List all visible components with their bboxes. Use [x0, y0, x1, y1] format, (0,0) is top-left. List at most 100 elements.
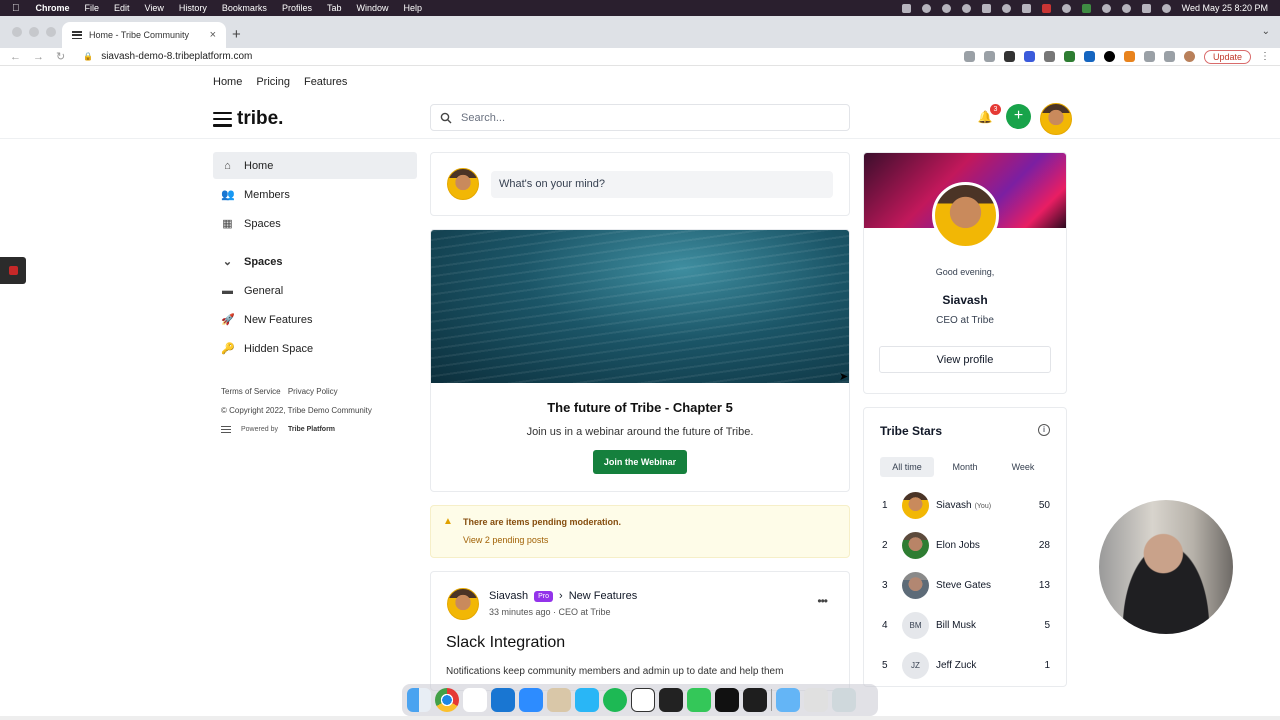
trash-icon[interactable]: [832, 688, 856, 712]
topnav-home-link[interactable]: Home: [213, 76, 242, 88]
sync-icon[interactable]: [941, 3, 951, 13]
leaderboard-row[interactable]: 4 BM Bill Musk 5: [880, 605, 1050, 645]
menu-edit[interactable]: Edit: [114, 3, 130, 13]
window-minimize-button[interactable]: [29, 27, 39, 37]
chrome-update-button[interactable]: Update: [1203, 49, 1251, 64]
tab-all-time[interactable]: All time: [880, 457, 934, 477]
recording-widget[interactable]: [0, 257, 26, 284]
composer-input[interactable]: What's on your mind?: [491, 170, 833, 198]
user-avatar-menu[interactable]: [1040, 103, 1072, 135]
sidebar-space-general[interactable]: ▬ General: [213, 277, 417, 304]
menu-clock[interactable]: Wed May 25 8:20 PM: [1182, 3, 1268, 13]
window-close-button[interactable]: [12, 27, 22, 37]
info-icon[interactable]: i: [1038, 424, 1050, 436]
post-options-icon[interactable]: •••: [817, 594, 828, 608]
messages-icon[interactable]: [687, 688, 711, 712]
menu-tab[interactable]: Tab: [327, 3, 342, 13]
view-pending-posts-link[interactable]: View 2 pending posts: [463, 535, 849, 545]
lock-icon[interactable]: 🔒: [83, 52, 93, 61]
finder-icon[interactable]: [407, 688, 431, 712]
post-author-avatar[interactable]: [447, 588, 479, 620]
profile-avatar-icon[interactable]: [1183, 51, 1195, 62]
extension-m-icon[interactable]: [1003, 51, 1015, 62]
post-author-name[interactable]: Siavash: [489, 590, 528, 602]
menu-history[interactable]: History: [179, 3, 207, 13]
leaderboard-row[interactable]: 5 JZ Jeff Zuck 1: [880, 645, 1050, 685]
create-post-button[interactable]: +: [1006, 104, 1031, 129]
post-title[interactable]: Slack Integration: [446, 634, 565, 652]
moon-icon[interactable]: [1061, 3, 1071, 13]
notion-icon[interactable]: [631, 688, 655, 712]
volume-icon[interactable]: [981, 3, 991, 13]
menu-bookmarks[interactable]: Bookmarks: [222, 3, 267, 13]
tab-close-icon[interactable]: ×: [210, 29, 216, 41]
settings-icon[interactable]: [921, 3, 931, 13]
extension-blue-icon[interactable]: [1023, 51, 1035, 62]
tab-month[interactable]: Month: [938, 457, 992, 477]
activity-monitor-icon[interactable]: [659, 688, 683, 712]
sidebar-space-new-features[interactable]: 🚀 New Features: [213, 306, 417, 333]
apple-icon[interactable]: : [12, 3, 20, 14]
metamask-icon[interactable]: [1123, 51, 1135, 62]
menu-view[interactable]: View: [145, 3, 164, 13]
privacy-link[interactable]: Privacy Policy: [288, 387, 338, 396]
powered-by[interactable]: Powered by Tribe Platform: [221, 420, 417, 439]
reload-icon[interactable]: ↻: [56, 50, 65, 63]
extensions-puzzle-icon[interactable]: [1143, 51, 1155, 62]
menu-help[interactable]: Help: [403, 3, 422, 13]
system-info-icon[interactable]: [804, 688, 828, 712]
battery-icon[interactable]: [1081, 3, 1091, 13]
sidebar-item-home[interactable]: ⌂ Home: [213, 152, 417, 179]
search-box[interactable]: [430, 104, 850, 131]
back-arrow-icon[interactable]: ←: [10, 51, 21, 63]
figma-icon[interactable]: [743, 688, 767, 712]
preview-icon[interactable]: [547, 688, 571, 712]
tab-week[interactable]: Week: [996, 457, 1050, 477]
tab-search-chevron-icon[interactable]: ⌄: [1262, 26, 1270, 37]
siri-icon[interactable]: [1161, 3, 1171, 13]
extension-green-icon[interactable]: [1063, 51, 1075, 62]
view-profile-button[interactable]: View profile: [879, 346, 1051, 373]
control-center-icon[interactable]: [1141, 3, 1151, 13]
spotlight-icon[interactable]: [1121, 3, 1131, 13]
slack-icon[interactable]: [463, 688, 487, 712]
accessibility-icon[interactable]: [961, 3, 971, 13]
topnav-features-link[interactable]: Features: [304, 76, 347, 88]
leaderboard-row[interactable]: 1 Siavash (You) 50: [880, 485, 1050, 525]
menu-app-name[interactable]: Chrome: [36, 3, 70, 13]
tribe-logo[interactable]: tribe.: [213, 108, 283, 130]
join-webinar-button[interactable]: Join the Webinar: [592, 450, 688, 474]
cloud-icon[interactable]: [1001, 3, 1011, 13]
search-input[interactable]: [461, 111, 821, 124]
sidebar-item-members[interactable]: 👥 Members: [213, 181, 417, 208]
downloads-folder-icon[interactable]: [776, 688, 800, 712]
sidebar-item-spaces[interactable]: ▦ Spaces: [213, 210, 417, 237]
sidebar-space-hidden-space[interactable]: 🔑 Hidden Space: [213, 335, 417, 362]
vscode-icon[interactable]: [491, 688, 515, 712]
file-manager-icon[interactable]: [575, 688, 599, 712]
screen-record-icon[interactable]: [901, 3, 911, 13]
extension-circle-icon[interactable]: [1103, 51, 1115, 62]
chrome-menu-icon[interactable]: ⋮: [1260, 51, 1270, 62]
post-space-link[interactable]: New Features: [569, 590, 637, 602]
topnav-pricing-link[interactable]: Pricing: [256, 76, 290, 88]
menu-profiles[interactable]: Profiles: [282, 3, 312, 13]
leaderboard-row[interactable]: 3 Steve Gates 13: [880, 565, 1050, 605]
new-tab-icon[interactable]: +: [232, 26, 241, 43]
sidebar-panel-icon[interactable]: [1163, 51, 1175, 62]
bookmark-star-icon[interactable]: [983, 51, 995, 62]
share-icon[interactable]: [963, 51, 975, 62]
wifi-icon[interactable]: [1101, 3, 1111, 13]
terms-link[interactable]: Terms of Service: [221, 387, 281, 396]
extension-globe-icon[interactable]: [1083, 51, 1095, 62]
leaderboard-row[interactable]: 2 Elon Jobs 28: [880, 525, 1050, 565]
window-zoom-button[interactable]: [46, 27, 56, 37]
spaces-section-toggle[interactable]: ⌄ Spaces: [213, 248, 417, 275]
spotify-icon[interactable]: [603, 688, 627, 712]
extension-gray-icon[interactable]: [1043, 51, 1055, 62]
chrome-icon[interactable]: [435, 688, 459, 712]
browser-tab-active[interactable]: Home - Tribe Community ×: [62, 22, 226, 48]
menu-file[interactable]: File: [85, 3, 100, 13]
url-field[interactable]: siavash-demo-8.tribeplatform.com: [101, 51, 252, 62]
forward-arrow-icon[interactable]: →: [33, 51, 44, 63]
